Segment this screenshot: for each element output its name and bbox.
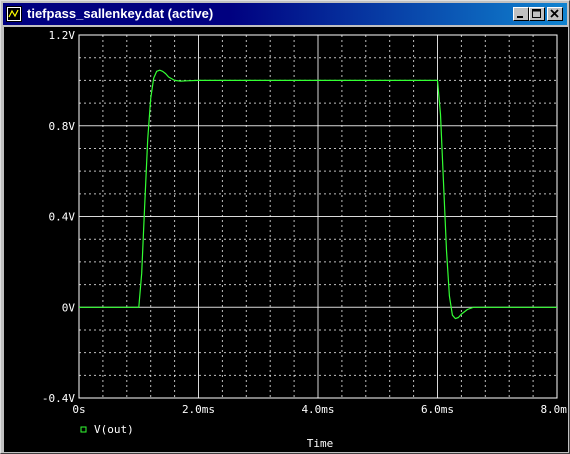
y-tick-label: 1.2V xyxy=(49,29,76,42)
legend-marker xyxy=(80,426,87,433)
y-tick-label: 0.4V xyxy=(49,211,76,224)
y-tick-label: 0.8V xyxy=(49,120,76,133)
plot-window: tiefpass_sallenkey.dat (active) 0s 2.0ms 4… xyxy=(0,0,570,454)
x-tick-label: 6.0ms xyxy=(421,403,454,416)
minimize-icon xyxy=(517,16,523,18)
y-tick-label: -0.4V xyxy=(42,392,75,405)
close-button[interactable] xyxy=(547,7,563,21)
x-tick-label: 2.0ms xyxy=(182,403,215,416)
plot-area[interactable]: 0s2.0ms4.0ms6.0ms8.0ms-0.4V0V0.4V0.8V1.2… xyxy=(4,27,568,452)
x-axis-label: Time xyxy=(307,437,334,450)
y-tick-label: 0V xyxy=(62,301,76,314)
legend-label: V(out) xyxy=(94,423,134,436)
minimize-button[interactable] xyxy=(513,7,529,21)
waveform-chart[interactable]: 0s2.0ms4.0ms6.0ms8.0ms-0.4V0V0.4V0.8V1.2… xyxy=(4,27,568,452)
window-title: tiefpass_sallenkey.dat (active) xyxy=(27,6,214,21)
maximize-icon xyxy=(532,9,541,18)
x-tick-label: 8.0ms xyxy=(540,403,568,416)
probe-app-icon[interactable] xyxy=(6,6,22,22)
x-tick-label: 4.0ms xyxy=(301,403,334,416)
maximize-button[interactable] xyxy=(529,7,545,21)
close-icon xyxy=(550,9,559,18)
title-bar[interactable]: tiefpass_sallenkey.dat (active) xyxy=(3,3,567,25)
